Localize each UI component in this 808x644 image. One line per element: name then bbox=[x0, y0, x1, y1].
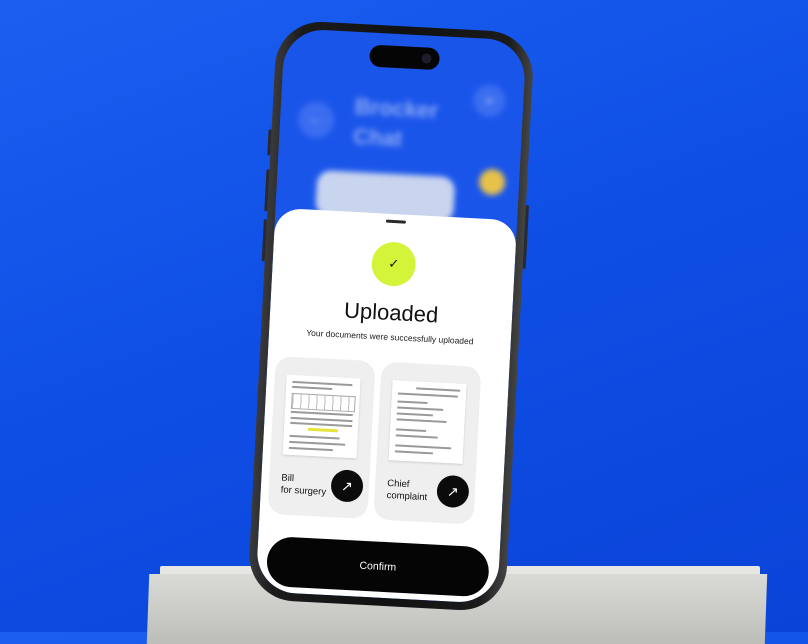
back-arrow-icon: ← bbox=[297, 100, 336, 139]
chat-title: Brocker Chat bbox=[352, 93, 439, 152]
phone-action-button bbox=[267, 129, 272, 156]
sheet-drag-handle[interactable] bbox=[385, 219, 407, 224]
document-list: Bill for surgery ↗ Chief complaint ↗ bbox=[267, 356, 501, 528]
highlight-mark bbox=[307, 427, 338, 433]
arrow-up-right-icon[interactable]: ↗ bbox=[330, 469, 364, 503]
phone-volume-down-button bbox=[261, 219, 267, 262]
arrow-up-right-icon[interactable]: ↗ bbox=[436, 474, 470, 509]
phone-power-button bbox=[522, 204, 529, 269]
plus-icon: + bbox=[472, 84, 507, 118]
sheet-title: Uploaded bbox=[343, 297, 439, 328]
document-card-complaint[interactable]: Chief complaint ↗ bbox=[373, 361, 482, 525]
confirm-button[interactable]: Confirm bbox=[265, 535, 491, 598]
avatar bbox=[478, 168, 506, 196]
checkmark-icon: ✓ bbox=[370, 240, 417, 288]
dynamic-island bbox=[369, 44, 441, 71]
document-card-bill[interactable]: Bill for surgery ↗ bbox=[267, 356, 376, 520]
phone-screen: ← + Brocker Chat ✓ Uploaded Your documen… bbox=[255, 28, 527, 604]
phone-mockup: ← + Brocker Chat ✓ Uploaded Your documen… bbox=[246, 19, 536, 613]
document-thumbnail bbox=[388, 380, 467, 464]
front-camera bbox=[421, 53, 432, 64]
phone-volume-up-button bbox=[264, 169, 270, 212]
document-thumbnail bbox=[282, 374, 361, 459]
upload-success-sheet: ✓ Uploaded Your documents were successfu… bbox=[255, 207, 518, 604]
